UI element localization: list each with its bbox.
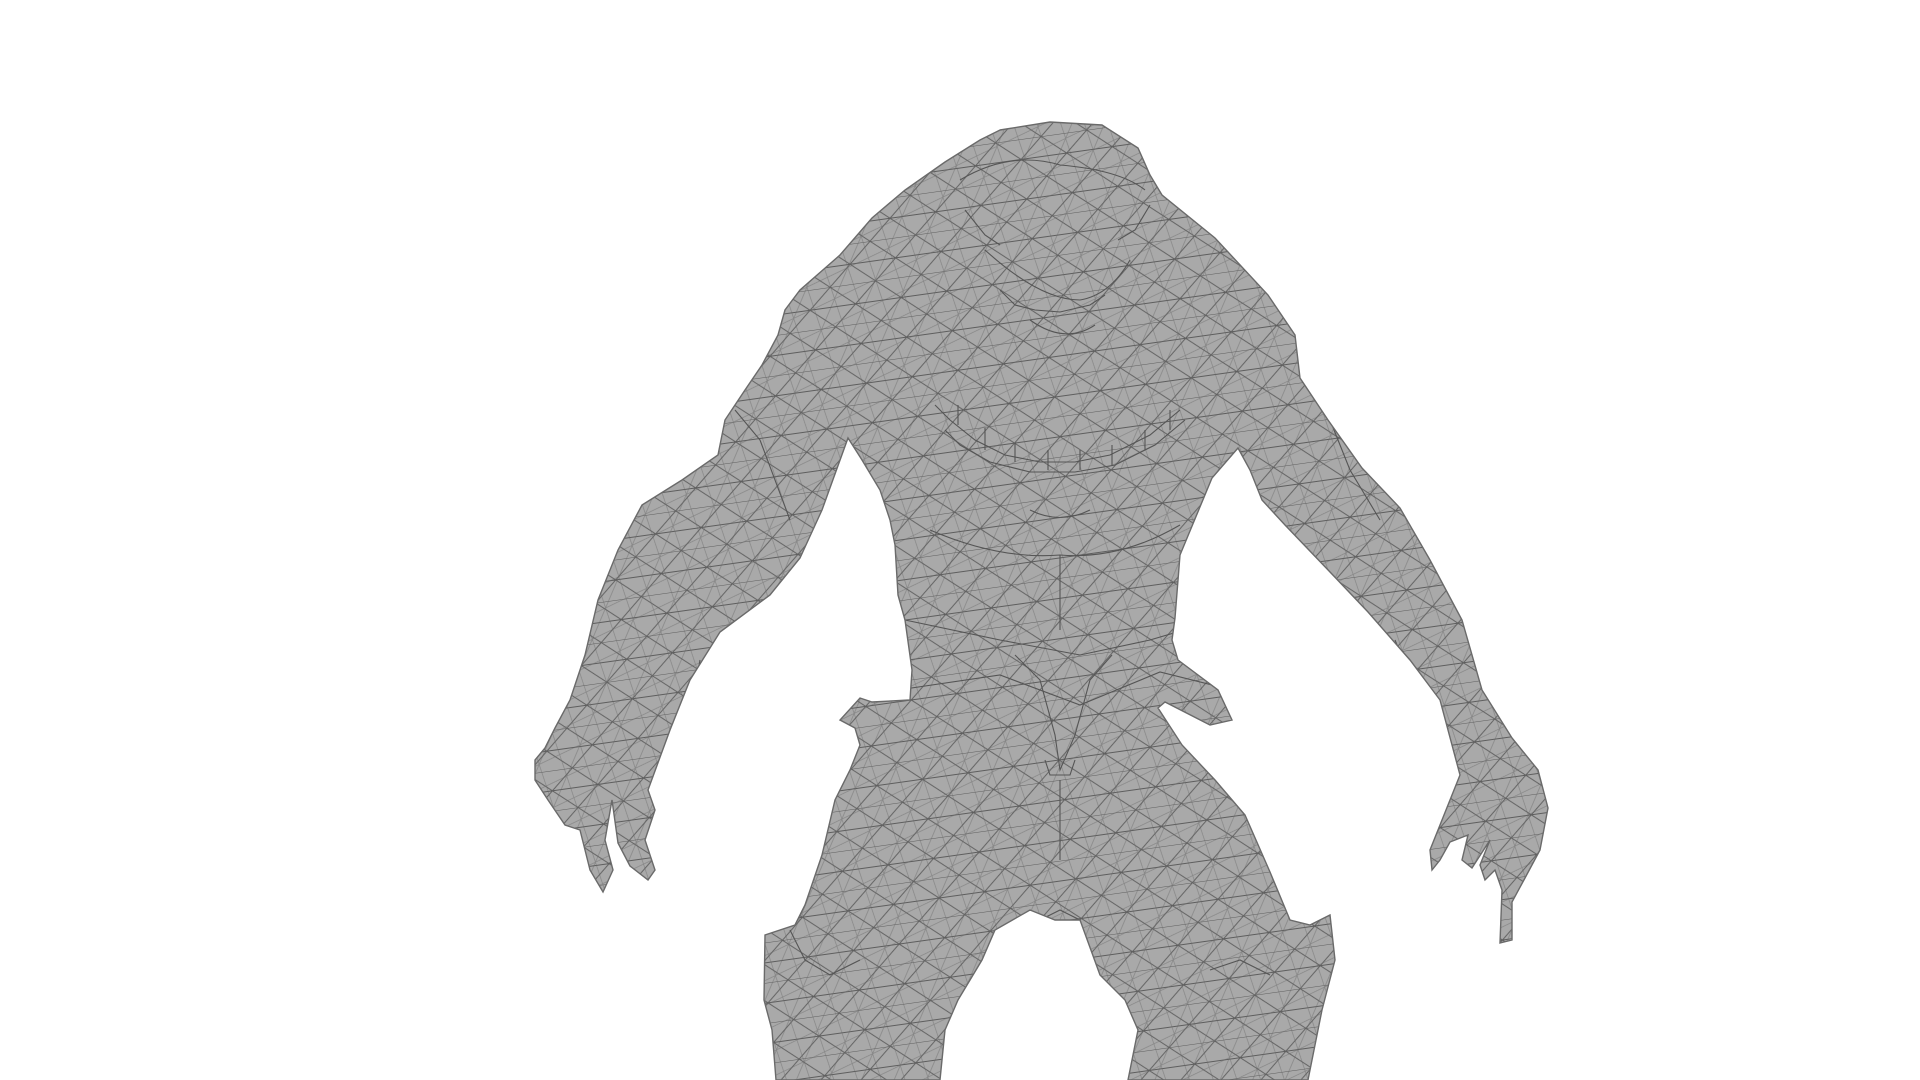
mesh-render bbox=[534, 121, 1549, 1080]
creature-mesh bbox=[534, 121, 1549, 1080]
3d-viewport[interactable] bbox=[0, 0, 1920, 1080]
